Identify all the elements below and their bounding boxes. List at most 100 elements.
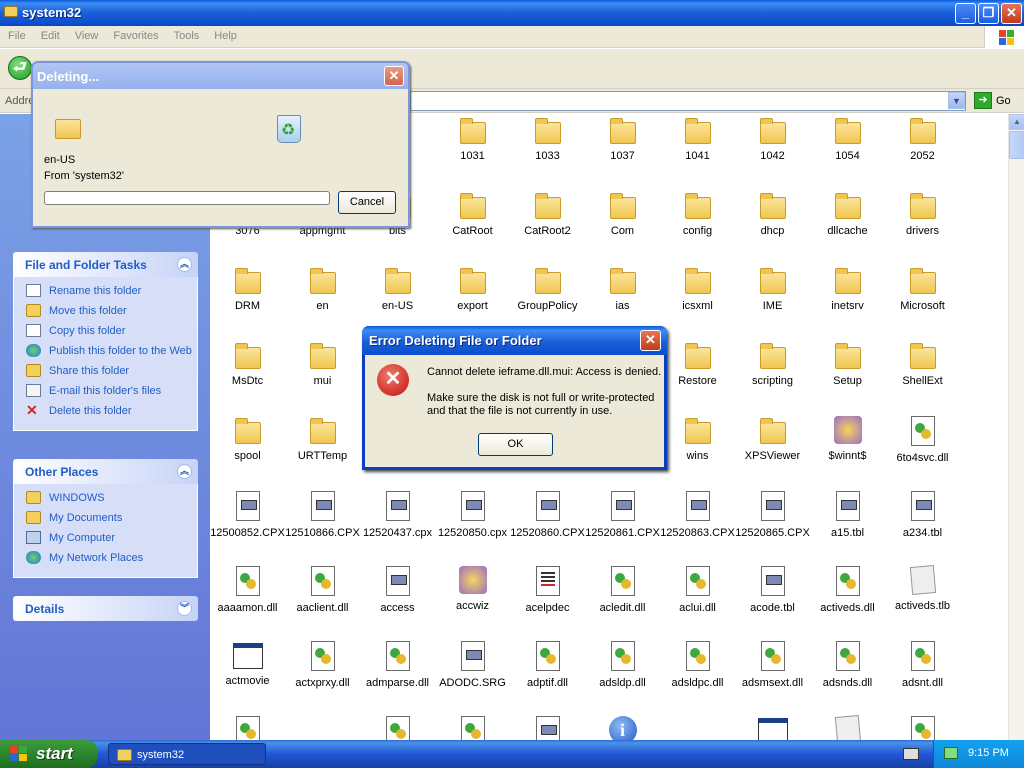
file-item[interactable]: adsnds.dll <box>810 641 885 689</box>
go-arrow-icon[interactable]: ➜ <box>974 92 992 109</box>
file-item[interactable]: 1041 <box>660 116 735 162</box>
file-item[interactable]: ias <box>585 266 660 312</box>
menu-favorites[interactable]: Favorites <box>105 26 165 42</box>
file-item[interactable]: scripting <box>735 341 810 387</box>
file-item[interactable]: actmovie <box>210 641 285 687</box>
file-item[interactable]: 6to4svc.dll <box>885 416 960 464</box>
back-button[interactable]: ⮐ <box>8 56 32 80</box>
error-dialog-title[interactable]: Error Deleting File or Folder <box>362 326 667 355</box>
file-item[interactable]: acode.tbl <box>735 566 810 614</box>
place-my-computer-link[interactable]: My Computer <box>26 531 197 545</box>
file-item[interactable]: 1042 <box>735 116 810 162</box>
file-item[interactable]: Setup <box>810 341 885 387</box>
file-item[interactable]: wins <box>660 416 735 462</box>
file-item[interactable]: i <box>585 716 660 740</box>
file-item[interactable] <box>510 716 585 740</box>
file-item[interactable]: admparse.dll <box>360 641 435 689</box>
file-item[interactable]: 12520860.CPX <box>510 491 585 539</box>
go-button[interactable]: Go <box>996 95 1011 107</box>
file-item[interactable]: acledit.dll <box>585 566 660 614</box>
file-item[interactable]: en-US <box>360 266 435 312</box>
close-button[interactable]: ✕ <box>1001 3 1022 24</box>
menu-edit[interactable]: Edit <box>33 26 67 42</box>
file-item[interactable]: Restore <box>660 341 735 387</box>
rename-folder-link[interactable]: Rename this folder <box>26 284 197 298</box>
file-item[interactable]: a234.tbl <box>885 491 960 539</box>
file-item[interactable] <box>360 716 435 740</box>
vertical-scrollbar[interactable]: ▲ <box>1008 114 1024 740</box>
publish-folder-link[interactable]: Publish this folder to the Web <box>26 344 197 358</box>
file-item[interactable]: ADODC.SRG <box>435 641 510 689</box>
file-item[interactable]: 1054 <box>810 116 885 162</box>
scroll-thumb[interactable] <box>1009 131 1024 159</box>
dialog-close-button[interactable]: ✕ <box>384 66 404 86</box>
file-item[interactable]: spool <box>210 416 285 462</box>
file-item[interactable]: access <box>360 566 435 614</box>
file-item[interactable]: inetsrv <box>810 266 885 312</box>
file-item[interactable]: activeds.tlb <box>885 565 960 612</box>
collapse-chevron-icon[interactable]: ︽ <box>177 257 192 272</box>
file-item[interactable] <box>735 716 810 740</box>
email-files-link[interactable]: E-mail this folder's files <box>26 384 197 398</box>
file-item[interactable] <box>885 716 960 740</box>
panel-header[interactable]: Details ︾ <box>13 596 198 621</box>
share-folder-link[interactable]: Share this folder <box>26 364 197 378</box>
file-item[interactable]: 2052 <box>885 116 960 162</box>
start-button[interactable]: start <box>0 740 98 768</box>
copy-folder-link[interactable]: Copy this folder <box>26 324 197 338</box>
file-item[interactable]: adsnt.dll <box>885 641 960 689</box>
place-network-link[interactable]: My Network Places <box>26 551 197 565</box>
file-item[interactable]: en <box>285 266 360 312</box>
file-item[interactable]: 12500852.CPX <box>210 491 285 539</box>
maximize-button[interactable]: ❐ <box>978 3 999 24</box>
file-item[interactable]: dllcache <box>810 191 885 237</box>
file-item[interactable]: $winnt$ <box>810 416 885 462</box>
file-item[interactable]: URTTemp <box>285 416 360 462</box>
file-item[interactable]: IME <box>735 266 810 312</box>
panel-header[interactable]: File and Folder Tasks ︽ <box>13 252 198 277</box>
file-item[interactable]: 12520850.cpx <box>435 491 510 539</box>
file-item[interactable]: 12520865.CPX <box>735 491 810 539</box>
file-item[interactable]: mui <box>285 341 360 387</box>
file-item[interactable]: 12520861.CPX <box>585 491 660 539</box>
menu-file[interactable]: File <box>0 26 33 42</box>
file-item[interactable]: adsldpc.dll <box>660 641 735 689</box>
file-item[interactable]: actxprxy.dll <box>285 641 360 689</box>
file-item[interactable]: adptif.dll <box>510 641 585 689</box>
file-item[interactable]: acelpdec <box>510 566 585 614</box>
address-input[interactable] <box>410 91 966 111</box>
file-item[interactable]: export <box>435 266 510 312</box>
expand-chevron-icon[interactable]: ︾ <box>177 601 192 616</box>
file-item[interactable]: Microsoft <box>885 266 960 312</box>
file-item[interactable]: activeds.dll <box>810 566 885 614</box>
file-item[interactable]: a15.tbl <box>810 491 885 539</box>
place-my-documents-link[interactable]: My Documents <box>26 511 197 525</box>
menu-view[interactable]: View <box>67 26 106 42</box>
collapse-chevron-icon[interactable]: ︽ <box>177 464 192 479</box>
scroll-up-icon[interactable]: ▲ <box>1009 114 1024 130</box>
minimize-button[interactable]: _ <box>955 3 976 24</box>
file-item[interactable]: config <box>660 191 735 237</box>
file-item[interactable]: accwiz <box>435 566 510 612</box>
file-item[interactable]: Com <box>585 191 660 237</box>
dialog-title[interactable]: Deleting... <box>33 63 408 89</box>
file-item[interactable]: CatRoot2 <box>510 191 585 237</box>
file-item[interactable]: adsmsext.dll <box>735 641 810 689</box>
ok-button[interactable]: OK <box>478 433 553 456</box>
network-tray-icon[interactable] <box>944 747 958 759</box>
menu-help[interactable]: Help <box>206 26 244 42</box>
file-item[interactable]: adsldp.dll <box>585 641 660 689</box>
file-item[interactable]: DRM <box>210 266 285 312</box>
file-item[interactable]: 1037 <box>585 116 660 162</box>
file-item[interactable]: dhcp <box>735 191 810 237</box>
menu-tools[interactable]: Tools <box>166 26 207 42</box>
file-item[interactable]: 1031 <box>435 116 510 162</box>
file-item[interactable]: aclui.dll <box>660 566 735 614</box>
error-close-button[interactable]: ✕ <box>640 330 661 351</box>
file-item[interactable]: aaaamon.dll <box>210 566 285 614</box>
file-item[interactable]: MsDtc <box>210 341 285 387</box>
move-folder-link[interactable]: Move this folder <box>26 304 197 318</box>
file-item[interactable]: GroupPolicy <box>510 266 585 312</box>
file-item[interactable]: aaclient.dll <box>285 566 360 614</box>
cancel-button[interactable]: Cancel <box>338 191 396 214</box>
